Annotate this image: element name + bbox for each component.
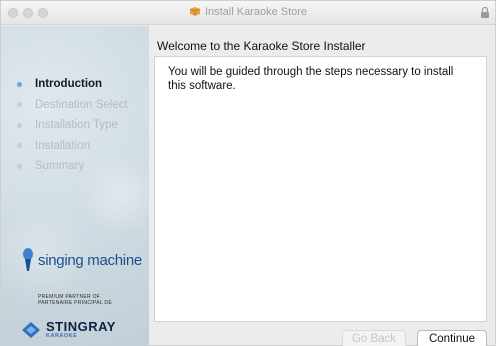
step-indicator-dot: [17, 81, 22, 87]
sidebar: Introduction Destination Select Installa…: [1, 26, 149, 346]
page-heading: Welcome to the Karaoke Store Installer: [157, 39, 366, 53]
window-title: Install Karaoke Store: [1, 6, 495, 18]
microphone-icon: [23, 248, 33, 271]
step-label: Summary: [35, 160, 85, 173]
singing-machine-logo: singing machine: [21, 248, 142, 272]
partner-brand: STINGRAY: [46, 319, 116, 334]
brand-logo-text: singing machine: [38, 251, 142, 269]
step-label: Destination Select: [35, 98, 128, 111]
step-summary: Summary: [17, 156, 128, 177]
step-introduction: Introduction: [17, 74, 128, 95]
step-label: Installation: [35, 139, 90, 152]
intro-text: You will be guided through the steps nec…: [168, 66, 454, 92]
step-indicator-dot: [17, 163, 22, 169]
go-back-button[interactable]: Go Back: [342, 330, 406, 346]
stingray-icon: [22, 322, 40, 338]
step-indicator-dot: [17, 102, 22, 108]
stingray-karaoke-logo: STINGRAY KARAOKE: [21, 320, 116, 340]
content-panel: You will be guided through the steps nec…: [154, 56, 487, 322]
installer-steps-list: Introduction Destination Select Installa…: [17, 74, 128, 177]
step-installation-type: Installation Type: [17, 115, 128, 136]
step-label: Installation Type: [35, 119, 118, 132]
step-indicator-dot: [17, 143, 22, 149]
package-icon: [189, 7, 201, 16]
window-title-text: Install Karaoke Store: [204, 6, 308, 18]
partner-caption: PREMIUM PARTNER OF PARTENAIRE PRINCIPAL …: [38, 294, 112, 306]
partner-line-2: PARTENAIRE PRINCIPAL DE: [38, 300, 112, 306]
step-label: Introduction: [35, 78, 103, 91]
continue-button[interactable]: Continue: [417, 330, 487, 346]
step-installation: Installation: [17, 136, 128, 157]
step-destination-select: Destination Select: [17, 95, 128, 116]
partner-brand-sub: KARAOKE: [46, 333, 78, 339]
title-bar[interactable]: Install Karaoke Store: [1, 1, 495, 25]
lock-icon: [481, 6, 489, 18]
installer-window: Install Karaoke Store Introduction Desti…: [0, 0, 496, 346]
step-indicator-dot: [17, 122, 22, 128]
